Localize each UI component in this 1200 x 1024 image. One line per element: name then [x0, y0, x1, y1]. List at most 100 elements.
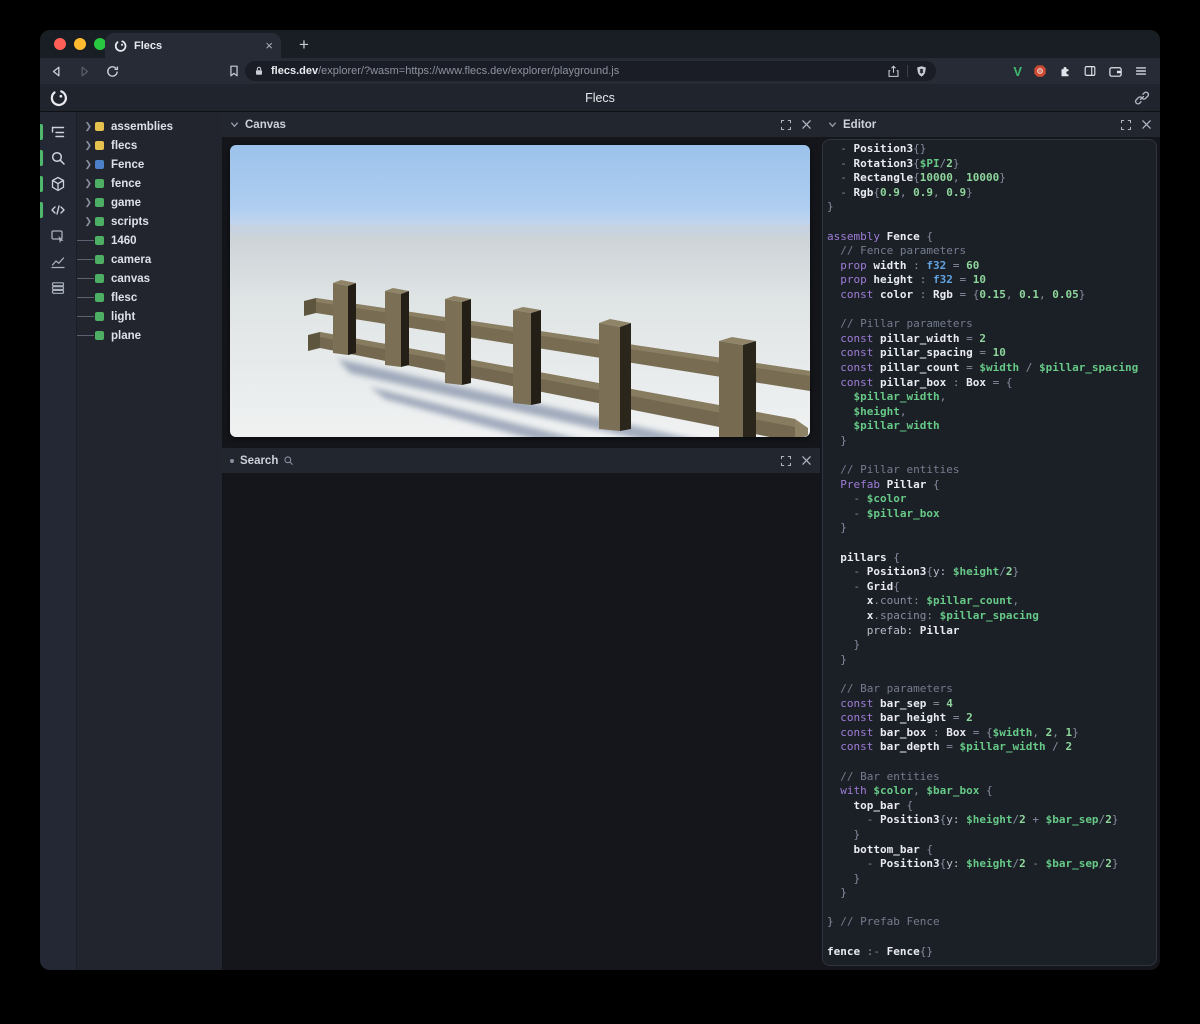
tree-item-label: assemblies — [111, 121, 173, 133]
expand-chevron-icon[interactable]: ❯ — [77, 121, 95, 132]
tree-item-camera[interactable]: camera — [77, 250, 222, 269]
expand-chevron-icon[interactable]: ❯ — [77, 197, 95, 208]
sidebar-item-tree[interactable] — [40, 119, 76, 145]
entity-color-square — [95, 236, 104, 245]
sidebar-item-tables[interactable] — [40, 275, 76, 301]
code-line — [827, 215, 1156, 230]
expand-chevron-icon[interactable]: ❯ — [77, 140, 95, 151]
code-line: bottom_bar { — [827, 843, 1156, 858]
chevron-down-icon[interactable] — [230, 120, 239, 129]
tree-icon — [50, 124, 66, 140]
code-line: pillars { — [827, 551, 1156, 566]
leaf-dash-icon — [77, 240, 94, 241]
browser-window: Flecs × + flecs.dev — [40, 30, 1160, 970]
close-window-button[interactable] — [54, 38, 66, 50]
browser-toolbar: flecs.dev /explorer/?wasm=https://www.fl… — [40, 58, 1160, 84]
fence-render — [230, 145, 810, 437]
sidebar-item-editor[interactable] — [40, 197, 76, 223]
tool-sidebar — [40, 112, 76, 970]
leaf-dash-icon — [77, 335, 94, 336]
new-tab-button[interactable]: + — [292, 34, 316, 56]
sidebar-item-stats[interactable] — [40, 249, 76, 275]
expand-chevron-icon[interactable]: ❯ — [77, 178, 95, 189]
page-title: Flecs — [40, 84, 1160, 112]
tree-item-label: Fence — [111, 159, 144, 171]
code-line: const pillar_count = $width / $pillar_sp… — [827, 361, 1156, 376]
collapsed-dot-icon[interactable] — [230, 459, 234, 463]
rows-icon — [50, 280, 66, 296]
3d-canvas-viewport[interactable] — [230, 145, 810, 437]
code-line: } — [827, 200, 1156, 215]
leaf-dash-icon — [77, 297, 94, 298]
search-icon — [50, 150, 66, 166]
tree-item-plane[interactable]: plane — [77, 326, 222, 345]
inspector-icon — [50, 228, 66, 244]
code-line: } — [827, 638, 1156, 653]
canvas-panel-header: Canvas — [222, 112, 820, 137]
chevron-down-icon[interactable] — [828, 120, 837, 129]
code-line: prop height : f32 = 10 — [827, 273, 1156, 288]
close-icon[interactable] — [801, 455, 812, 466]
share-icon[interactable] — [887, 65, 900, 78]
extensions-puzzle-icon[interactable] — [1058, 64, 1072, 78]
expand-chevron-icon[interactable]: ❯ — [77, 159, 95, 170]
code-line: - Position3{} — [827, 142, 1156, 157]
chart-icon — [50, 254, 66, 270]
tree-item-light[interactable]: light — [77, 307, 222, 326]
expand-chevron-icon[interactable]: ❯ — [77, 216, 95, 227]
url-bar[interactable]: flecs.dev /explorer/?wasm=https://www.fl… — [245, 61, 936, 81]
sidebar-toggle-icon[interactable] — [1083, 64, 1097, 78]
forward-icon[interactable] — [72, 61, 96, 81]
menu-hamburger-icon[interactable] — [1134, 64, 1148, 78]
back-icon[interactable] — [44, 61, 68, 81]
code-line: - $color — [827, 492, 1156, 507]
code-line: // Pillar parameters — [827, 317, 1156, 332]
tree-item-canvas[interactable]: canvas — [77, 269, 222, 288]
code-line: top_bar { — [827, 799, 1156, 814]
code-line: - Rotation3{$PI/2} — [827, 157, 1156, 172]
minimize-window-button[interactable] — [74, 38, 86, 50]
code-line: - Grid{ — [827, 580, 1156, 595]
code-editor[interactable]: - Position3{} - Rotation3{$PI/2} - Recta… — [822, 139, 1157, 966]
code-line: - Rectangle{10000, 10000} — [827, 171, 1156, 186]
sidebar-item-canvas[interactable] — [40, 171, 76, 197]
close-icon[interactable] — [801, 119, 812, 130]
code-line — [827, 930, 1156, 945]
close-icon[interactable] — [1141, 119, 1152, 130]
code-line: - Position3{y: $height/2 + $bar_sep/2} — [827, 813, 1156, 828]
tree-item-flecs[interactable]: ❯flecs — [77, 136, 222, 155]
code-line: const bar_sep = 4 — [827, 697, 1156, 712]
share-link-icon[interactable] — [1134, 90, 1150, 106]
tree-item-flesc[interactable]: flesc — [77, 288, 222, 307]
code-line: prop width : f32 = 60 — [827, 259, 1156, 274]
code-line: } — [827, 434, 1156, 449]
fullscreen-icon[interactable] — [1120, 119, 1132, 131]
tree-item-1460[interactable]: 1460 — [77, 231, 222, 250]
entity-color-square — [95, 198, 104, 207]
tree-item-game[interactable]: ❯game — [77, 193, 222, 212]
code-line: const pillar_spacing = 10 — [827, 346, 1156, 361]
browser-tab[interactable]: Flecs × — [105, 33, 281, 58]
entity-color-square — [95, 141, 104, 150]
wallet-icon[interactable] — [1108, 64, 1123, 79]
fullscreen-icon[interactable] — [780, 119, 792, 131]
reload-icon[interactable] — [100, 61, 124, 81]
tree-item-fence[interactable]: ❯fence — [77, 174, 222, 193]
fullscreen-icon[interactable] — [780, 455, 792, 467]
sidebar-item-inspector[interactable] — [40, 223, 76, 249]
code-line: $pillar_width — [827, 419, 1156, 434]
tree-item-label: plane — [111, 330, 141, 342]
sidebar-item-query[interactable] — [40, 145, 76, 171]
vue-devtools-icon[interactable]: V — [1013, 64, 1022, 79]
bookmark-icon[interactable] — [222, 61, 246, 81]
adblock-icon[interactable] — [1033, 64, 1047, 78]
code-line: prefab: Pillar — [827, 624, 1156, 639]
tree-item-label: scripts — [111, 216, 149, 228]
tab-close-icon[interactable]: × — [265, 39, 273, 52]
editor-panel-title: Editor — [843, 119, 876, 131]
brave-shield-icon[interactable] — [915, 65, 928, 78]
toolbar-divider — [907, 65, 908, 77]
tree-item-assemblies[interactable]: ❯ assemblies — [77, 117, 222, 136]
tree-item-Fence[interactable]: ❯ Fence — [77, 155, 222, 174]
tree-item-scripts[interactable]: ❯ scripts — [77, 212, 222, 231]
